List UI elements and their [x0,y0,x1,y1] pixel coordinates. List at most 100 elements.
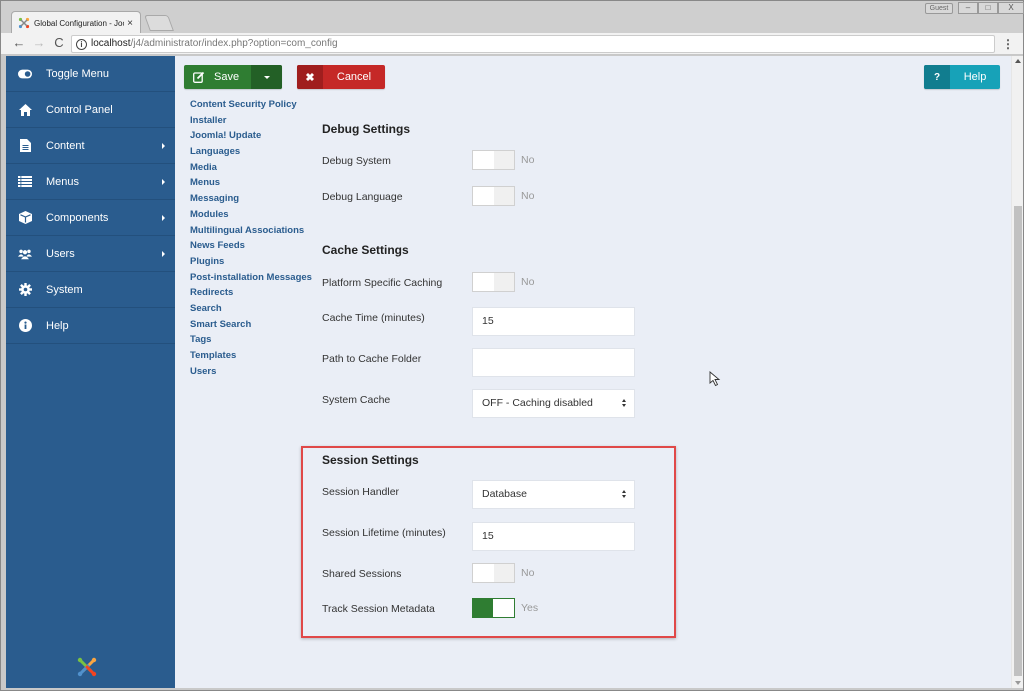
scrollbar-thumb[interactable] [1014,206,1022,676]
close-icon: ✖ [297,65,323,89]
caret-right-icon [162,251,165,257]
component-link[interactable]: Menus [190,175,312,191]
list-icon [18,175,32,189]
browser-tab[interactable]: Global Configuration - Joom × [11,11,141,34]
new-tab-button[interactable] [144,15,174,31]
sidebar-item-label: System [46,284,175,296]
sidebar-item-menus[interactable]: Menus [6,164,175,200]
platform-caching-label: Platform Specific Caching [322,277,442,289]
home-icon [18,103,32,117]
sidebar-item-label: Help [46,320,175,332]
reload-icon[interactable]: C [51,35,67,51]
cache-path-label: Path to Cache Folder [322,353,421,365]
sidebar-item-label: Users [46,248,162,260]
component-link[interactable]: Post-installation Messages [190,270,312,286]
component-link[interactable]: Multilingual Associations [190,223,312,239]
close-window-button[interactable]: X [998,2,1024,14]
toggle-knob [473,564,494,582]
component-link[interactable]: Redirects [190,285,312,301]
url-host: localhost [91,36,130,52]
debug-language-toggle[interactable] [472,186,515,206]
save-button[interactable]: Save [184,65,251,89]
component-link[interactable]: Media [190,160,312,176]
component-link[interactable]: Content Security Policy [190,97,312,113]
file-icon [18,139,32,153]
system-cache-label: System Cache [322,394,390,406]
url-path: /j4/administrator/index.php?option=com_c… [130,36,337,52]
tab-close-icon[interactable]: × [124,18,136,29]
sidebar-item-toggle-menu[interactable]: Toggle Menu [6,56,175,92]
shared-sessions-label: Shared Sessions [322,568,401,580]
sidebar-item-help[interactable]: Help [6,308,175,344]
sidebar-item-label: Menus [46,176,162,188]
shared-sessions-toggle[interactable] [472,563,515,583]
sidebar-item-control-panel[interactable]: Control Panel [6,92,175,128]
maximize-button[interactable]: □ [978,2,998,14]
track-metadata-state: Yes [521,602,538,614]
browser-window: Global Configuration - Joom × Guest – □ … [0,0,1024,691]
component-link[interactable]: Modules [190,207,312,223]
component-link[interactable]: News Feeds [190,238,312,254]
component-link[interactable]: Templates [190,348,312,364]
save-label: Save [214,71,239,83]
cancel-button[interactable]: ✖ Cancel [297,65,385,89]
platform-caching-toggle[interactable] [472,272,515,292]
browser-menu-icon[interactable]: ⋮ [1001,36,1015,52]
cache-time-label: Cache Time (minutes) [322,312,425,324]
component-link[interactable]: Languages [190,144,312,160]
minimize-button[interactable]: – [958,2,978,14]
component-link[interactable]: Search [190,301,312,317]
caret-right-icon [162,179,165,185]
title-bar: Global Configuration - Joom × Guest – □ … [1,1,1023,33]
forward-arrow-icon[interactable]: → [31,35,47,51]
scroll-down-icon[interactable] [1015,681,1021,685]
page-viewport: Toggle Menu Control Panel Content Menu [6,56,1023,688]
help-button[interactable]: ? Help [924,65,1000,89]
component-link[interactable]: Installer [190,113,312,129]
save-button-group: Save [184,65,282,89]
debug-system-toggle[interactable] [472,150,515,170]
site-info-icon[interactable]: i [76,39,87,50]
help-label: Help [950,65,1000,89]
system-cache-select[interactable]: OFF - Caching disabled [472,389,635,418]
joomla-logo-icon [76,656,98,678]
component-link[interactable]: Messaging [190,191,312,207]
back-arrow-icon[interactable]: ← [11,35,27,51]
sidebar-item-label: Content [46,140,162,152]
toggle-knob [473,273,494,291]
sidebar-item-users[interactable]: Users [6,236,175,272]
toggle-knob [473,187,494,205]
shared-sessions-state: No [521,567,534,579]
platform-caching-state: No [521,276,534,288]
component-link[interactable]: Plugins [190,254,312,270]
cache-path-input[interactable] [472,348,635,377]
tab-title: Global Configuration - Joom [34,19,124,28]
scroll-up-icon[interactable] [1015,59,1021,63]
component-link[interactable]: Joomla! Update [190,128,312,144]
sidebar-item-label: Control Panel [46,104,175,116]
select-arrows-icon [622,490,627,500]
joomla-favicon-icon [18,17,30,29]
save-dropdown-toggle[interactable] [251,65,282,89]
toggle-knob [493,599,514,617]
users-icon [18,247,32,261]
track-metadata-toggle[interactable] [472,598,515,618]
address-bar[interactable]: i localhost /j4/administrator/index.php?… [71,35,995,53]
cache-time-input[interactable]: 15 [472,307,635,336]
sidebar-item-content[interactable]: Content [6,128,175,164]
session-handler-select[interactable]: Database [472,480,635,509]
sidebar-item-components[interactable]: Components [6,200,175,236]
component-link[interactable]: Smart Search [190,317,312,333]
browser-toolbar: ← → C i localhost /j4/administrator/inde… [1,33,1023,55]
page-scrollbar[interactable] [1011,56,1023,688]
cache-settings-heading: Cache Settings [322,243,409,257]
component-link[interactable]: Tags [190,332,312,348]
sidebar-item-system[interactable]: System [6,272,175,308]
session-lifetime-input[interactable]: 15 [472,522,635,551]
cube-icon [18,211,32,225]
question-icon: ? [924,65,950,89]
toggle-icon [18,67,32,81]
window-controls: – □ X [958,2,1024,14]
guest-profile-badge[interactable]: Guest [925,3,953,14]
component-link[interactable]: Users [190,364,312,380]
